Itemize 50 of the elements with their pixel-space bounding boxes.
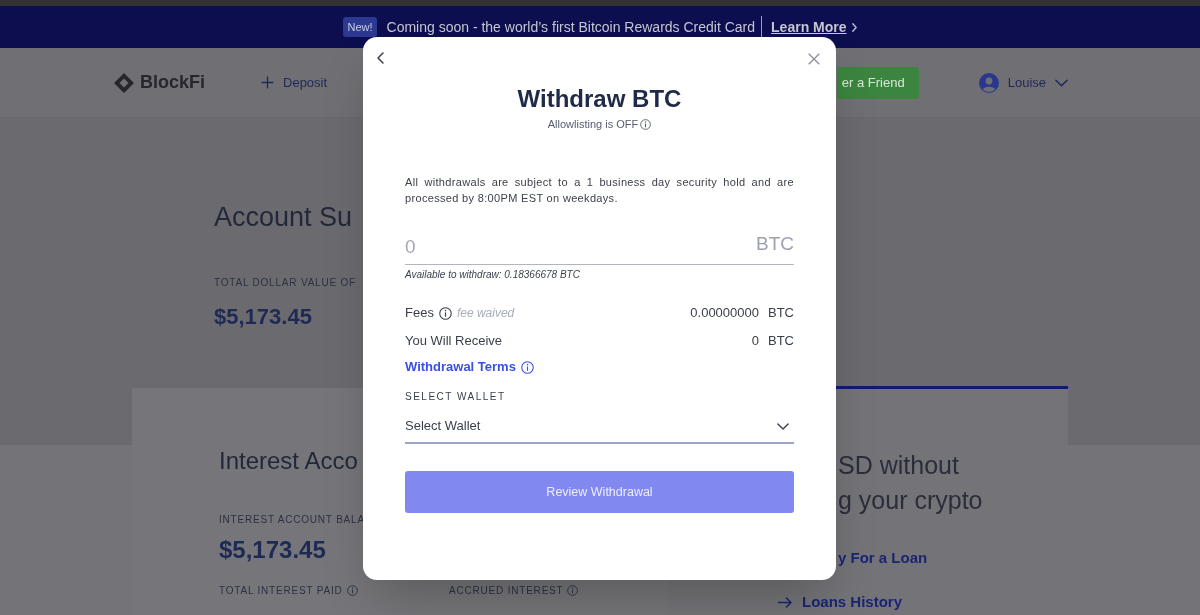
- balance-amount: $5,173.45: [219, 535, 326, 565]
- chevron-right-icon: [851, 22, 857, 32]
- stat-label: TOTAL INTEREST PAID: [219, 584, 343, 597]
- total-value-amount: $5,173.45: [214, 303, 312, 331]
- row-label: Fees: [405, 304, 434, 322]
- dialog-title: Withdraw BTC: [516, 84, 683, 114]
- chevron-down-icon: [1055, 78, 1068, 87]
- card-title: Interest Acco: [219, 446, 358, 476]
- stat-label: ACCRUED INTEREST: [449, 584, 564, 597]
- plus-icon: [261, 76, 274, 89]
- chevron-down-icon: [777, 422, 789, 430]
- row-unit: BTC: [768, 332, 794, 350]
- wallet-label: SELECT WALLET: [405, 390, 506, 403]
- amount-input[interactable]: 0: [405, 233, 756, 261]
- withdrawal-terms-link[interactable]: Withdrawal Terms: [405, 358, 534, 376]
- available-balance: Available to withdraw: 0.18366678 BTC: [405, 268, 581, 281]
- info-icon: [567, 585, 579, 596]
- currency-label: BTC: [756, 232, 794, 256]
- new-badge: New!: [343, 17, 377, 37]
- card-heading-line: SD without: [838, 450, 959, 481]
- promo-message: Coming soon - the world’s first Bitcoin Rewards Credit Card: [386, 17, 756, 37]
- row-label: You Will Receive: [405, 332, 503, 350]
- card-heading-line: g your crypto: [838, 485, 983, 516]
- info-icon: [346, 585, 358, 596]
- apply-loan-link[interactable]: y For a Loan: [838, 548, 928, 568]
- logo-icon: [114, 72, 134, 93]
- row-amount: 0.00000000: [690, 304, 759, 322]
- row-unit: BTC: [768, 304, 794, 322]
- back-button[interactable]: [376, 52, 385, 64]
- wallet-select[interactable]: Select Wallet: [405, 411, 794, 444]
- allowlisting-status: Allowlisting is OFF: [547, 117, 639, 131]
- deposit-link[interactable]: Deposit: [261, 72, 328, 93]
- arrow-right-icon: [778, 596, 792, 608]
- close-icon: [808, 53, 820, 65]
- balance-label: INTEREST ACCOUNT BALA: [219, 513, 365, 526]
- page-title: Account Su: [214, 201, 353, 234]
- learn-more-link[interactable]: Learn More: [771, 16, 857, 38]
- row-amount: 0: [751, 332, 759, 350]
- user-menu[interactable]: Louise: [978, 72, 1068, 93]
- withdrawal-notice: All withdrawals are subject to a 1 business day security hold and are processed by 8:00PM EST on weekdays.: [405, 175, 794, 206]
- chevron-left-icon: [376, 52, 385, 64]
- loans-history-link[interactable]: Loans History: [778, 592, 903, 612]
- info-icon: [520, 360, 534, 374]
- brand-name: BlockFi: [140, 71, 205, 94]
- info-icon: [640, 118, 652, 130]
- refer-friend-button[interactable]: er a Friend: [836, 66, 919, 99]
- avatar-icon: [978, 72, 999, 93]
- total-value-label: TOTAL DOLLAR VALUE OF: [214, 276, 357, 289]
- fee-note: fee waived: [456, 305, 515, 322]
- close-button[interactable]: [808, 53, 820, 65]
